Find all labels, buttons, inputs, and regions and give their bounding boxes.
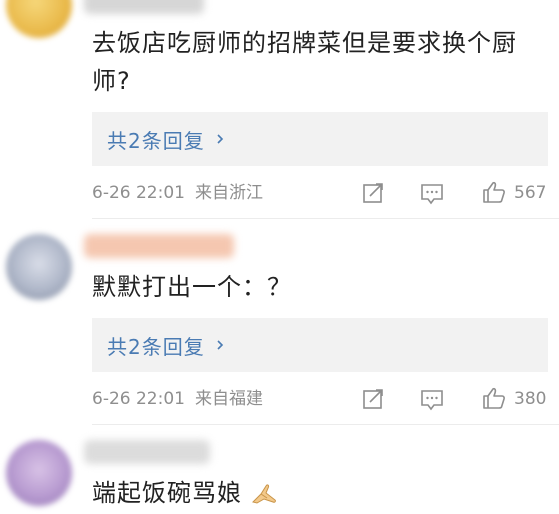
avatar[interactable] xyxy=(6,234,72,300)
comment-icon[interactable] xyxy=(420,388,444,412)
avatar[interactable] xyxy=(6,0,72,38)
comment-text: 去饭店吃厨师的招牌菜但是要求换个厨师? xyxy=(92,29,517,95)
avatar[interactable] xyxy=(6,440,72,506)
share-icon[interactable] xyxy=(362,387,386,411)
comment-source: 来自浙江 xyxy=(194,183,263,203)
like-count: 380 xyxy=(514,389,547,409)
divider xyxy=(92,218,559,219)
comment-meta: 6-26 22:01 来自浙江 xyxy=(92,180,263,206)
replies-label: 共2条回复 xyxy=(107,128,205,153)
chevron-right-icon xyxy=(217,134,223,144)
like-icon[interactable] xyxy=(482,180,506,204)
replies-button[interactable]: 共2条回复 xyxy=(92,318,548,372)
comment-text: 默默打出一个：？ xyxy=(92,273,292,301)
comment-text: 端起饭碗骂娘 xyxy=(92,474,545,512)
replies-button[interactable]: 共2条回复 xyxy=(92,112,548,166)
username-blurred[interactable] xyxy=(84,440,210,464)
comment-date: 6-26 22:01 xyxy=(92,389,185,409)
share-icon[interactable] xyxy=(362,181,386,205)
comment-icon[interactable] xyxy=(420,182,444,206)
username-blurred[interactable] xyxy=(84,0,204,14)
chevron-right-icon xyxy=(217,340,223,350)
comment-date: 6-26 22:01 xyxy=(92,183,185,203)
username-blurred[interactable] xyxy=(84,234,234,258)
divider xyxy=(92,424,559,425)
folded-hands-emoji xyxy=(251,484,276,504)
comment-source: 来自福建 xyxy=(194,389,263,409)
replies-label: 共2条回复 xyxy=(107,334,205,359)
like-count: 567 xyxy=(514,183,547,203)
comment-meta: 6-26 22:01 来自福建 xyxy=(92,386,263,412)
like-icon[interactable] xyxy=(482,386,506,410)
